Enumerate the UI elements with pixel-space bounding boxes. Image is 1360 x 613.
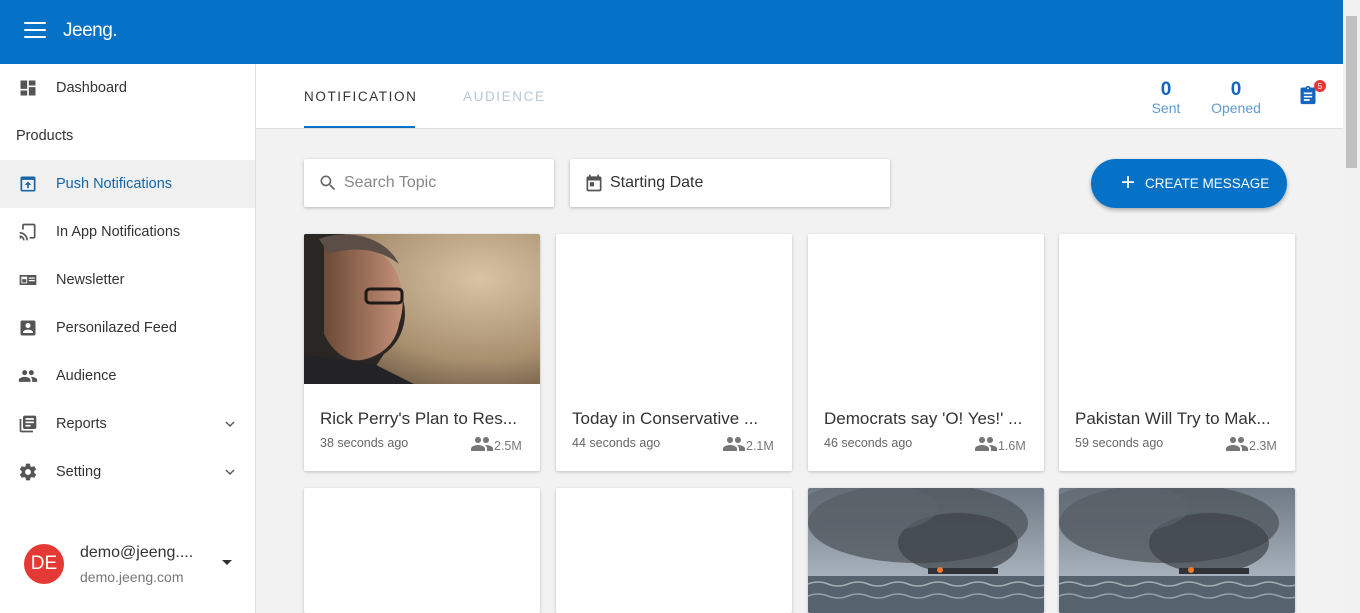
people-icon	[18, 370, 38, 382]
sidebar-item-push-notifications[interactable]: Push Notifications	[0, 160, 255, 208]
tab-audience[interactable]: AUDIENCE	[463, 89, 546, 104]
notification-card[interactable]: Pakistan Will Try to Mak... 59 seconds a…	[1059, 234, 1295, 471]
starting-date-label: Starting Date	[610, 174, 704, 191]
card-time: 38 seconds ago	[320, 436, 409, 450]
card-image-portrait	[304, 234, 540, 384]
app-bar: Jeeng.	[0, 0, 1343, 64]
dashboard-icon	[20, 80, 36, 96]
notification-card[interactable]	[556, 488, 792, 613]
people-icon	[471, 437, 493, 451]
sidebar-item-label: Dashboard	[56, 80, 127, 96]
card-time: 59 seconds ago	[1075, 436, 1164, 450]
sent-count: 0	[1160, 79, 1172, 100]
user-account[interactable]: DE demo@jeeng.... demo.jeeng.com	[0, 534, 255, 604]
scrollbar-thumb[interactable]	[1346, 16, 1357, 168]
search-icon	[320, 175, 336, 191]
notification-card[interactable]: Today in Conservative ... 44 seconds ago…	[556, 234, 792, 471]
card-title: Rick Perry's Plan to Res...	[320, 409, 517, 428]
notification-card[interactable]: Democrats say 'O! Yes!' ... 46 seconds a…	[808, 234, 1044, 471]
chevron-down-icon[interactable]	[222, 464, 238, 480]
card-audience: 2.3M	[1249, 439, 1277, 453]
menu-icon[interactable]	[24, 22, 46, 42]
calendar-icon	[586, 174, 602, 192]
sent-label: Sent	[1151, 100, 1181, 116]
sidebar-item-dashboard[interactable]: Dashboard	[0, 64, 255, 112]
sidebar-item-audience[interactable]: Audience	[0, 352, 255, 400]
newsletter-icon	[19, 275, 37, 285]
opened-stat: 0 Opened	[1206, 79, 1266, 117]
card-audience: 2.5M	[494, 439, 522, 453]
search-input[interactable]	[344, 169, 544, 197]
reports-icon	[19, 415, 37, 433]
account-box-icon	[20, 320, 36, 336]
caret-down-icon[interactable]	[222, 560, 232, 565]
starting-date-field[interactable]: Starting Date	[570, 159, 890, 207]
card-title: Democrats say 'O! Yes!' ...	[824, 409, 1023, 428]
search-field[interactable]	[304, 159, 554, 207]
tab-notification[interactable]: NOTIFICATION	[304, 89, 417, 104]
sent-stat: 0 Sent	[1149, 79, 1183, 117]
cast-icon	[19, 223, 36, 241]
opened-label: Opened	[1211, 100, 1261, 116]
sidebar-item-label: Setting	[56, 464, 102, 480]
sidebar: Dashboard Products Push Notifications In…	[0, 64, 256, 613]
notification-card[interactable]	[304, 488, 540, 613]
sidebar-item-label: In App Notifications	[56, 224, 181, 240]
people-icon	[975, 437, 997, 451]
create-message-label: CREATE MESSAGE	[1145, 176, 1270, 191]
notification-card[interactable]: Rick Perry's Plan to Res... 38 seconds a…	[304, 234, 540, 471]
tab-bar: NOTIFICATION AUDIENCE 0 Sent 0 Opened 5	[256, 64, 1343, 129]
create-message-button[interactable]: + CREATE MESSAGE	[1091, 159, 1287, 208]
sidebar-item-label: Push Notifications	[56, 176, 173, 192]
active-tab-indicator	[304, 126, 415, 128]
sidebar-item-personalized-feed[interactable]: Personilazed Feed	[0, 304, 255, 352]
sidebar-item-label: Newsletter	[56, 272, 125, 288]
card-title: Today in Conservative ...	[572, 409, 759, 428]
user-domain: demo.jeeng.com	[80, 569, 184, 585]
card-title: Pakistan Will Try to Mak...	[1075, 409, 1271, 428]
card-time: 44 seconds ago	[572, 436, 661, 450]
people-icon	[723, 437, 745, 451]
sidebar-item-label: Reports	[56, 416, 107, 432]
sidebar-item-newsletter[interactable]: Newsletter	[0, 256, 255, 304]
sidebar-item-setting[interactable]: Setting	[0, 448, 255, 496]
plus-icon: +	[1121, 169, 1136, 196]
chevron-down-icon[interactable]	[222, 416, 238, 432]
sidebar-section-label: Products	[16, 128, 74, 144]
card-image-smoke-sea	[1059, 488, 1295, 613]
avatar: DE	[24, 544, 64, 584]
notification-badge: 5	[1314, 80, 1326, 92]
sidebar-item-reports[interactable]: Reports	[0, 400, 255, 448]
people-icon	[1226, 437, 1248, 451]
sidebar-item-label: Audience	[56, 368, 117, 384]
notification-card[interactable]	[808, 488, 1044, 613]
page-scrollbar[interactable]	[1343, 0, 1360, 613]
card-audience: 2.1M	[746, 439, 774, 453]
sidebar-item-label: Personilazed Feed	[56, 320, 177, 336]
card-time: 46 seconds ago	[824, 436, 913, 450]
card-image-smoke-sea	[808, 488, 1044, 613]
opened-count: 0	[1230, 79, 1242, 100]
gear-icon	[19, 463, 37, 481]
push-notification-icon	[20, 176, 36, 192]
notification-card[interactable]	[1059, 488, 1295, 613]
user-email: demo@jeeng....	[80, 544, 194, 561]
logo: Jeeng.	[63, 20, 118, 41]
sidebar-item-in-app-notifications[interactable]: In App Notifications	[0, 208, 255, 256]
main-content: NOTIFICATION AUDIENCE 0 Sent 0 Opened 5 …	[256, 64, 1343, 613]
card-audience: 1.6M	[998, 439, 1026, 453]
